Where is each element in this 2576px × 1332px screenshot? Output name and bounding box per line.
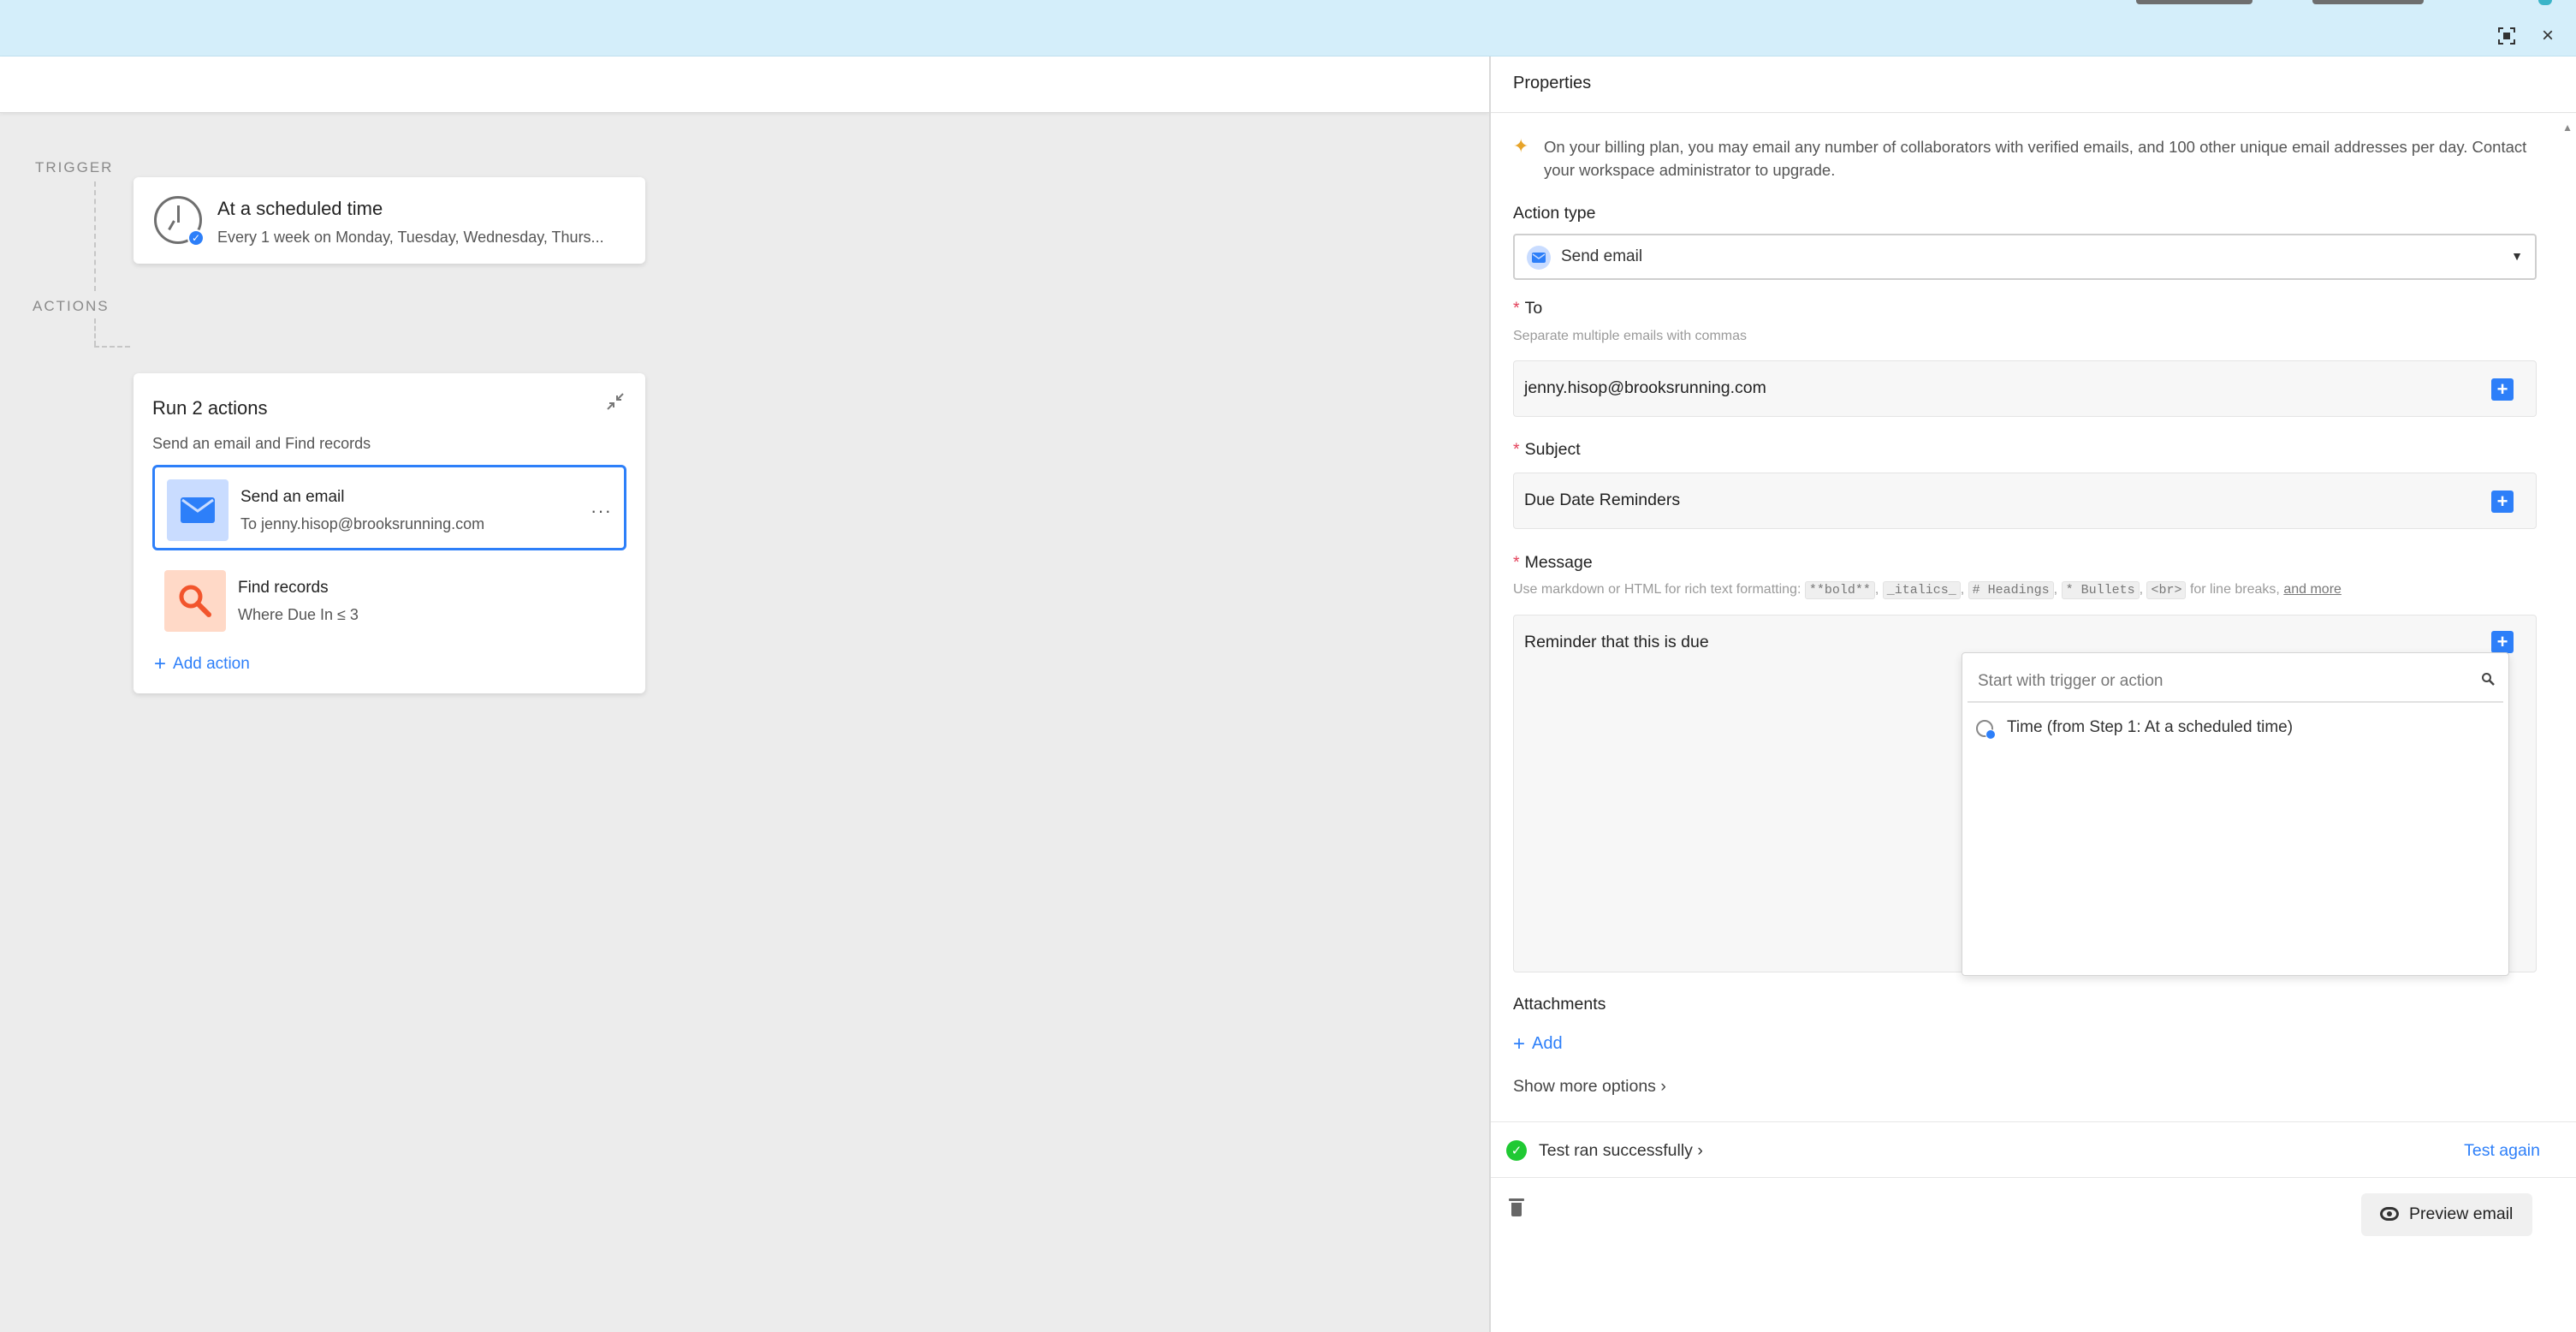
search-icon <box>2481 672 2495 690</box>
test-result-toggle[interactable]: Test ran successfully › <box>1539 1141 1703 1161</box>
to-hint: Separate multiple emails with commas <box>1513 329 1747 343</box>
token-option[interactable]: Time (from Step 1: At a scheduled time) <box>1976 715 2498 744</box>
action-find-records[interactable]: Find records Where Due In ≤ 3 <box>152 558 626 644</box>
add-attachment-button[interactable]: + Add <box>1513 1032 1563 1056</box>
actions-connector <box>94 318 96 346</box>
trigger-card[interactable]: ✓ At a scheduled time Every 1 week on Mo… <box>134 177 645 264</box>
plus-icon: + <box>154 652 167 675</box>
actions-title: Run 2 actions <box>152 397 268 419</box>
action-name: Find records <box>238 579 329 597</box>
add-attachment-label: Add <box>1532 1034 1563 1053</box>
scroll-up-arrow-icon[interactable]: ▲ <box>2562 122 2573 134</box>
plus-icon: + <box>1513 1032 1526 1055</box>
insert-token-button[interactable]: + <box>2491 378 2514 401</box>
workflow-canvas: TRIGGER ACTIONS ✓ At a scheduled time Ev… <box>0 56 1489 1332</box>
hint-code-headings: # Headings <box>1968 581 2054 599</box>
attachments-label: Attachments <box>1513 995 1606 1014</box>
clock-icon <box>1976 720 1996 740</box>
message-value: Reminder that this is due <box>1524 633 1709 651</box>
to-value: jenny.hisop@brooksrunning.com <box>1524 378 1766 397</box>
collapse-icon[interactable] <box>606 392 625 416</box>
canvas-toolbar <box>0 56 1489 113</box>
envelope-icon <box>1527 246 1551 270</box>
sparkle-icon: ✦ <box>1513 135 1529 157</box>
trash-bin <box>1511 1203 1522 1216</box>
token-option-label: Time (from Step 1: At a scheduled time) <box>2007 718 2294 736</box>
required-marker: * <box>1513 440 1520 459</box>
action-description: To jenny.hisop@brooksrunning.com <box>240 515 485 532</box>
check-badge-icon: ✓ <box>187 229 205 247</box>
hint-code-italics: _italics_ <box>1882 581 1961 599</box>
billing-notice: On your billing plan, you may email any … <box>1544 138 2527 179</box>
focus-icon[interactable] <box>2496 26 2517 46</box>
subject-value: Due Date Reminders <box>1524 491 1681 509</box>
preview-email-label: Preview email <box>2409 1204 2514 1223</box>
hint-suffix: for line breaks, <box>2189 582 2280 597</box>
message-label: * Message <box>1513 553 1593 573</box>
panel-title: Properties <box>1513 74 1592 92</box>
trash-icon[interactable] <box>1509 1198 1524 1217</box>
required-marker: * <box>1513 553 1520 572</box>
clock-icon: ✓ <box>154 196 205 247</box>
insert-token-button[interactable]: + <box>2491 491 2514 513</box>
banner-tab-indicator-active <box>2312 0 2424 4</box>
add-action-label: Add action <box>173 655 250 673</box>
hint-code-bullets: * Bullets <box>2061 581 2140 599</box>
subject-label-text: Subject <box>1524 440 1581 459</box>
subject-field[interactable]: Due Date Reminders + <box>1513 473 2537 529</box>
actions-summary: Send an email and Find records <box>152 435 371 452</box>
test-again-button[interactable]: Test again <box>2464 1141 2540 1161</box>
markdown-help-link[interactable]: and more <box>2283 582 2342 597</box>
to-field[interactable]: jenny.hisop@brooksrunning.com + <box>1513 360 2537 417</box>
to-label-text: To <box>1524 299 1543 318</box>
hint-prefix: Use markdown or HTML for rich text forma… <box>1513 582 1801 597</box>
trigger-title: At a scheduled time <box>217 198 383 219</box>
token-search-input[interactable] <box>1978 669 2457 694</box>
action-description: Where Due In ≤ 3 <box>238 606 359 623</box>
add-action-button[interactable]: + Add action <box>154 652 250 676</box>
action-name: Send an email <box>240 488 345 506</box>
message-label-text: Message <box>1524 553 1593 572</box>
actions-card[interactable]: Run 2 actions Send an email and Find rec… <box>134 373 645 693</box>
panel-header: Properties <box>1491 56 2576 113</box>
banner-tab-indicator <box>2136 0 2253 4</box>
eye-icon <box>2380 1207 2399 1221</box>
action-type-value: Send email <box>1561 247 1643 265</box>
hint-code-bold: **bold** <box>1804 581 1875 599</box>
more-options-icon[interactable]: ··· <box>591 500 612 522</box>
properties-panel: Properties ▲ ✦ On your billing plan, you… <box>1489 56 2576 1332</box>
top-banner: × <box>0 0 2576 56</box>
envelope-icon <box>167 479 229 541</box>
action-type-label: Action type <box>1513 204 1596 223</box>
trigger-schedule: Every 1 week on Monday, Tuesday, Wednesd… <box>217 229 604 246</box>
trash-lid <box>1509 1198 1524 1201</box>
chevron-down-icon: ▼ <box>2511 249 2523 263</box>
hint-code-br: <br> <box>2146 581 2187 599</box>
show-more-options-button[interactable]: Show more options › <box>1513 1077 1666 1097</box>
token-picker-dropdown: Time (from Step 1: At a scheduled time) <box>1962 652 2509 976</box>
check-circle-icon: ✓ <box>1506 1140 1527 1161</box>
test-status-row: ✓ Test ran successfully › Test again <box>1491 1121 2576 1178</box>
actions-stage-label: ACTIONS <box>33 298 110 314</box>
close-icon[interactable]: × <box>2537 24 2558 47</box>
banner-status-dot <box>2538 0 2552 5</box>
actions-connector-h <box>94 346 130 348</box>
action-type-select[interactable]: Send email ▼ <box>1513 234 2537 280</box>
message-hint: Use markdown or HTML for rich text forma… <box>1513 581 2342 599</box>
preview-email-button[interactable]: Preview email <box>2361 1193 2532 1236</box>
trigger-stage-label: TRIGGER <box>35 159 114 175</box>
action-send-email[interactable]: Send an email To jenny.hisop@brooksrunni… <box>152 465 626 550</box>
subject-label: * Subject <box>1513 440 1581 460</box>
token-search <box>1968 660 2503 703</box>
magnifier-icon <box>164 570 226 632</box>
trigger-connector <box>94 181 96 291</box>
required-marker: * <box>1513 299 1520 318</box>
to-label: * To <box>1513 299 1542 318</box>
insert-token-button[interactable]: + <box>2491 631 2514 653</box>
